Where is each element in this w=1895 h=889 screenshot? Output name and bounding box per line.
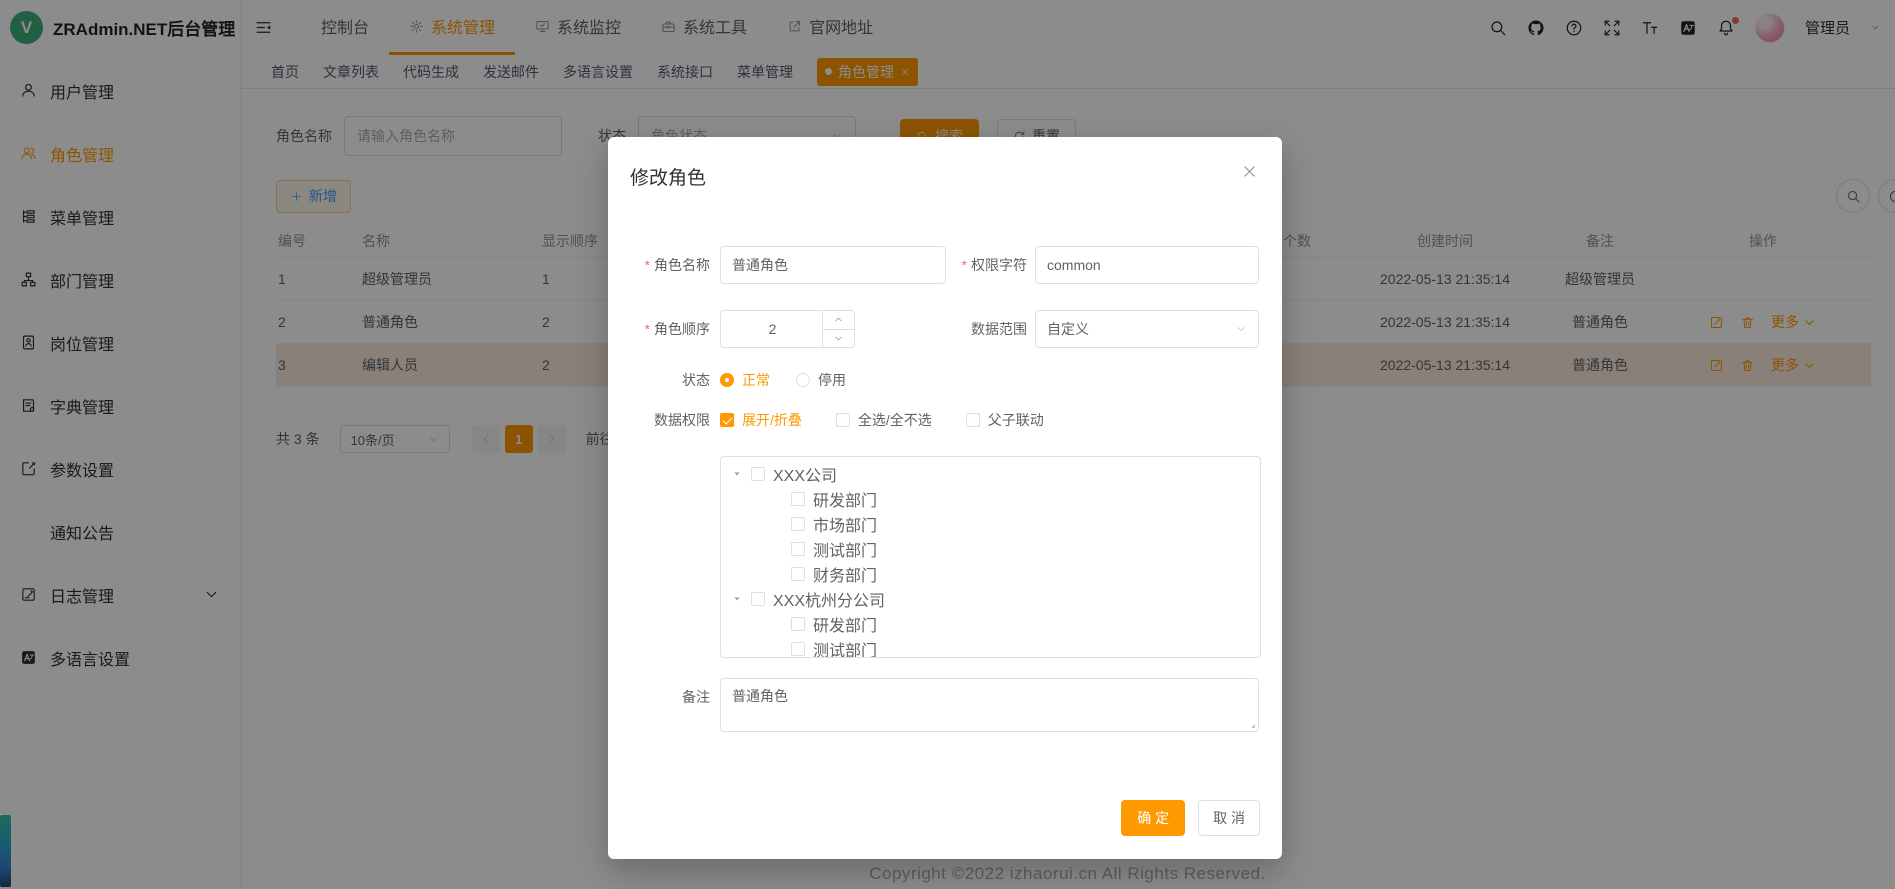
dialog-title: 修改角色 xyxy=(630,163,706,190)
status-field-label: 状态 xyxy=(608,370,720,390)
tree-node[interactable]: 财务部门 xyxy=(721,561,1260,586)
resize-handle-icon[interactable] xyxy=(1246,719,1256,729)
decrease-button[interactable] xyxy=(823,330,854,348)
checkbox-icon xyxy=(836,413,850,427)
tree-checkbox[interactable] xyxy=(791,517,805,531)
parent-child-checkbox[interactable]: 父子联动 xyxy=(966,410,1044,430)
remark-field-label: 备注 xyxy=(608,678,720,707)
tree-checkbox[interactable] xyxy=(791,617,805,631)
select-all-label: 全选/全不选 xyxy=(858,410,932,430)
tree-node-label: XXX公司 xyxy=(773,462,837,486)
radio-icon xyxy=(796,373,810,387)
checkbox-icon xyxy=(966,413,980,427)
data-scope-value: 自定义 xyxy=(1047,319,1089,339)
tree-node[interactable]: 市场部门 xyxy=(721,511,1260,536)
dialog-header: 修改角色 xyxy=(608,137,1282,190)
data-scope-label: 数据范围 xyxy=(946,319,1035,339)
tree-node-label: 测试部门 xyxy=(813,637,877,659)
tree-checkbox[interactable] xyxy=(791,642,805,656)
tree-checkbox[interactable] xyxy=(751,467,765,481)
tree-checkbox[interactable] xyxy=(791,492,805,506)
tree-node[interactable]: XXX杭州分公司 xyxy=(721,586,1260,611)
checkbox-icon xyxy=(720,413,734,427)
tree-checkbox[interactable] xyxy=(751,592,765,606)
expand-collapse-label: 展开/折叠 xyxy=(742,410,802,430)
select-all-checkbox[interactable]: 全选/全不选 xyxy=(836,410,932,430)
radio-normal-label: 正常 xyxy=(742,370,770,390)
edit-role-dialog: 修改角色 角色名称 权限字符 角色顺序 2 数据范围 xyxy=(608,137,1282,859)
radio-normal[interactable]: 正常 xyxy=(720,370,770,390)
role-order-field-label: 角色顺序 xyxy=(608,319,720,339)
role-name-field[interactable] xyxy=(720,246,946,284)
tree-node-label: 研发部门 xyxy=(813,487,877,511)
data-scope-select[interactable]: 自定义 xyxy=(1035,310,1259,348)
radio-icon xyxy=(720,373,734,387)
role-order-stepper[interactable]: 2 xyxy=(720,310,855,348)
chevron-down-icon xyxy=(1235,323,1247,335)
expand-collapse-checkbox[interactable]: 展开/折叠 xyxy=(720,410,802,430)
perms-check-group: 展开/折叠 全选/全不选 父子联动 xyxy=(720,410,1044,430)
tree-checkbox[interactable] xyxy=(791,567,805,581)
stepper-controls xyxy=(822,311,854,347)
tree-node-label: 市场部门 xyxy=(813,512,877,536)
dialog-footer: 确 定 取 消 xyxy=(1121,800,1260,836)
tree-node-label: 测试部门 xyxy=(813,537,877,561)
radio-disabled-label: 停用 xyxy=(818,370,846,390)
role-key-field[interactable] xyxy=(1035,246,1259,284)
close-icon[interactable] xyxy=(1241,163,1258,180)
role-order-value: 2 xyxy=(769,321,807,337)
tree-checkbox[interactable] xyxy=(791,542,805,556)
data-perms-label: 数据权限 xyxy=(608,410,720,430)
remark-textarea[interactable]: 普通角色 xyxy=(720,678,1259,732)
role-name-field-label: 角色名称 xyxy=(608,255,720,275)
increase-button[interactable] xyxy=(823,311,854,330)
cancel-button[interactable]: 取 消 xyxy=(1198,800,1260,836)
role-key-field-input[interactable] xyxy=(1047,257,1247,273)
tree-expand-caret[interactable] xyxy=(732,469,742,479)
confirm-button[interactable]: 确 定 xyxy=(1121,800,1185,836)
status-radio-group: 正常 停用 xyxy=(720,370,846,390)
role-key-field-label: 权限字符 xyxy=(946,255,1035,275)
tree-node[interactable]: 测试部门 xyxy=(721,636,1260,658)
tree-node[interactable]: 研发部门 xyxy=(721,486,1260,511)
tree-node[interactable]: XXX公司 xyxy=(721,461,1260,486)
tree-node[interactable]: 研发部门 xyxy=(721,611,1260,636)
dialog-body: 角色名称 权限字符 角色顺序 2 数据范围 自定义 xyxy=(608,246,1282,732)
tree-node[interactable]: 测试部门 xyxy=(721,536,1260,561)
parent-child-label: 父子联动 xyxy=(988,410,1044,430)
department-tree: XXX公司研发部门市场部门测试部门财务部门XXX杭州分公司研发部门测试部门 xyxy=(720,456,1261,658)
tree-node-label: 财务部门 xyxy=(813,562,877,586)
remark-value: 普通角色 xyxy=(732,688,788,704)
tree-node-label: 研发部门 xyxy=(813,612,877,636)
tree-node-label: XXX杭州分公司 xyxy=(773,587,885,611)
tree-expand-caret[interactable] xyxy=(732,594,742,604)
radio-disabled[interactable]: 停用 xyxy=(796,370,846,390)
role-name-field-input[interactable] xyxy=(732,257,934,273)
